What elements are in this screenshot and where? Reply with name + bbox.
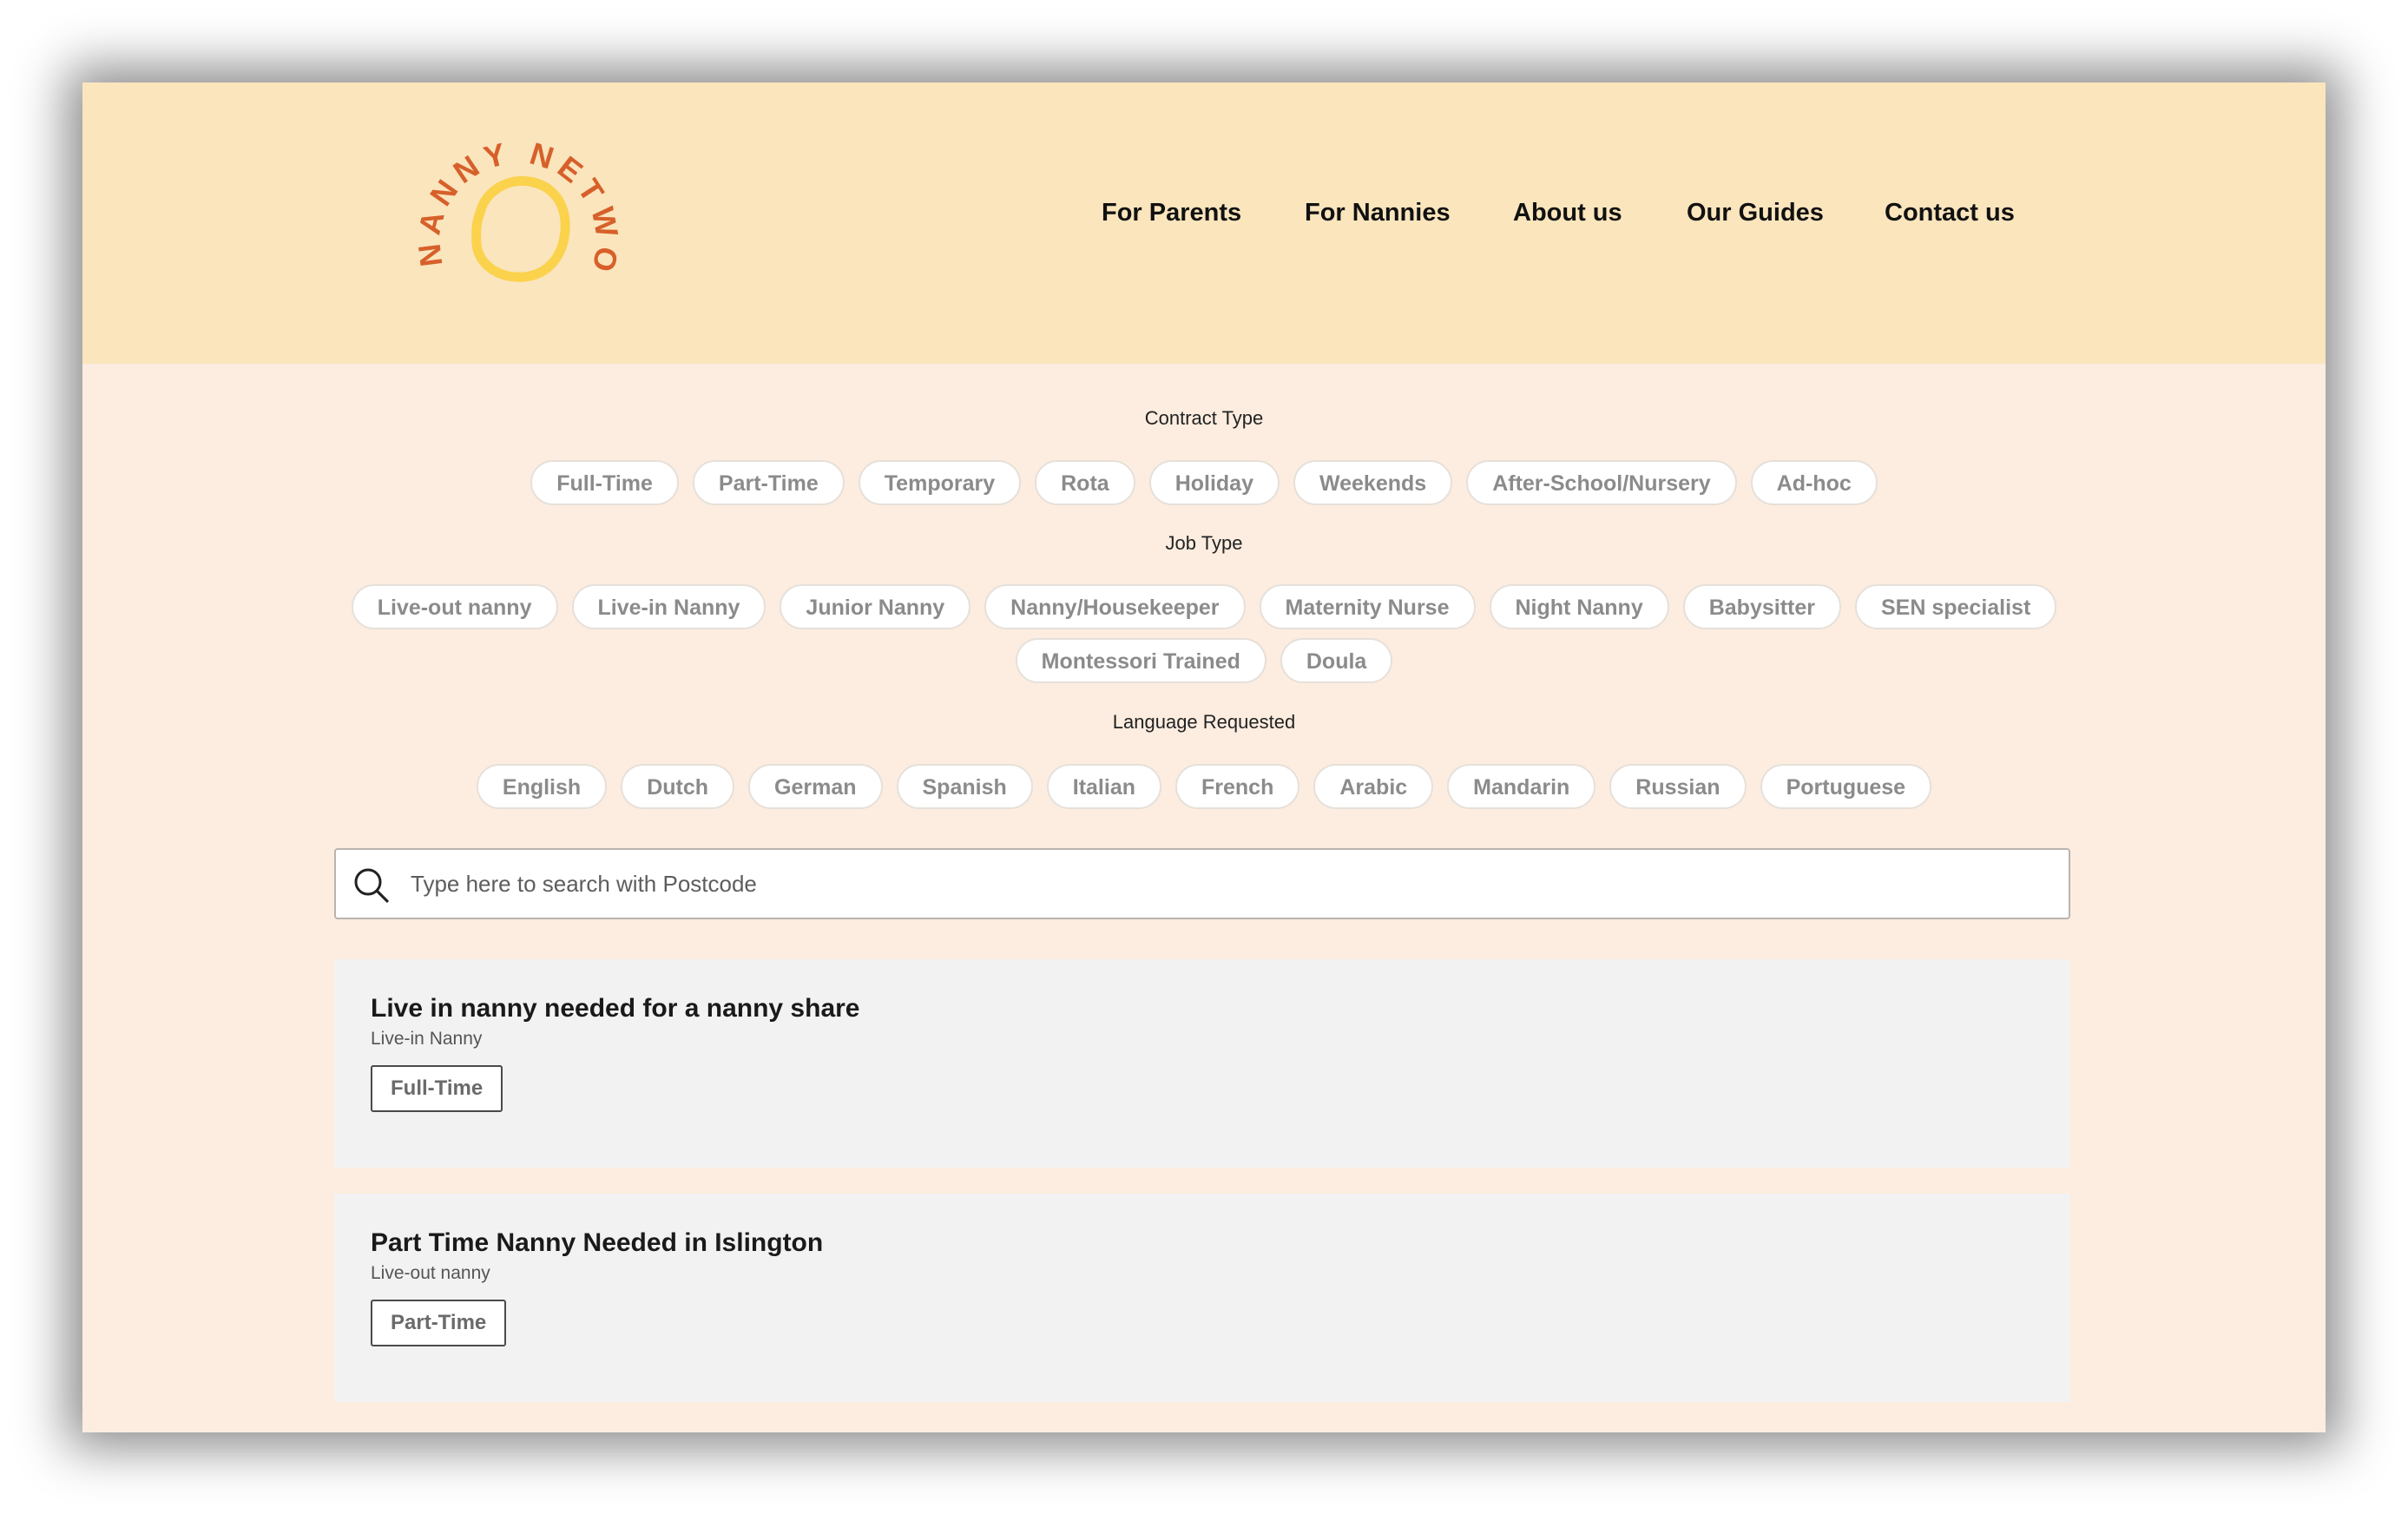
job-type-filters-row-1: Live-out nanny Live-in Nanny Junior Nann…	[343, 584, 2065, 629]
filter-chip-doula[interactable]: Doula	[1280, 638, 1393, 683]
filter-chip-live-in-nanny[interactable]: Live-in Nanny	[571, 584, 766, 629]
postcode-search-input[interactable]	[411, 862, 2043, 905]
filter-chip-temporary[interactable]: Temporary	[858, 460, 1022, 505]
language-heading: Language Requested	[1112, 711, 1296, 733]
filter-chip-portuguese[interactable]: Portuguese	[1760, 764, 1932, 809]
filter-chip-spanish[interactable]: Spanish	[896, 764, 1033, 809]
filter-chip-english[interactable]: English	[476, 764, 608, 809]
filter-chip-german[interactable]: German	[748, 764, 883, 809]
nav-about-us[interactable]: About us	[1513, 187, 1622, 239]
postcode-search-box	[334, 848, 2070, 919]
filter-chip-arabic[interactable]: Arabic	[1313, 764, 1434, 809]
filter-chip-ad-hoc[interactable]: Ad-hoc	[1750, 460, 1878, 505]
filter-chip-nanny-housekeeper[interactable]: Nanny/Housekeeper	[984, 584, 1246, 629]
filter-chip-full-time[interactable]: Full-Time	[530, 460, 679, 505]
job-title[interactable]: Part Time Nanny Needed in Islington	[371, 1228, 823, 1258]
filter-chip-french[interactable]: French	[1175, 764, 1300, 809]
nav-for-parents[interactable]: For Parents	[1102, 187, 1241, 239]
filter-chip-holiday[interactable]: Holiday	[1148, 460, 1280, 505]
job-type-label: Live-out nanny	[371, 1263, 490, 1283]
filter-chip-rota[interactable]: Rota	[1035, 460, 1135, 505]
filter-chip-live-out-nanny[interactable]: Live-out nanny	[351, 584, 558, 629]
contract-type-filters: Full-Time Part-Time Temporary Rota Holid…	[343, 460, 2065, 505]
filter-chip-mandarin[interactable]: Mandarin	[1447, 764, 1596, 809]
search-icon[interactable]	[353, 867, 390, 904]
site-header: NANNY NETWORK For Parents For Nannies Ab…	[82, 82, 2326, 364]
nav-our-guides[interactable]: Our Guides	[1687, 187, 1824, 239]
job-card[interactable]: Live in nanny needed for a nanny share L…	[334, 959, 2070, 1168]
job-type-label: Live-in Nanny	[371, 1029, 483, 1049]
contract-tag: Part-Time	[371, 1300, 507, 1346]
filter-chip-night-nanny[interactable]: Night Nanny	[1489, 584, 1669, 629]
language-filters: English Dutch German Spanish Italian Fre…	[343, 764, 2065, 809]
nav-contact-us[interactable]: Contact us	[1885, 187, 2015, 239]
browser-page: NANNY NETWORK For Parents For Nannies Ab…	[82, 82, 2326, 1432]
filter-chip-italian[interactable]: Italian	[1046, 764, 1161, 809]
contract-type-heading: Contract Type	[1144, 407, 1264, 429]
filter-chip-junior-nanny[interactable]: Junior Nanny	[780, 584, 971, 629]
filter-chip-maternity-nurse[interactable]: Maternity Nurse	[1259, 584, 1476, 629]
filter-chip-part-time[interactable]: Part-Time	[692, 460, 845, 505]
filter-chip-weekends[interactable]: Weekends	[1293, 460, 1453, 505]
filter-chip-babysitter[interactable]: Babysitter	[1682, 584, 1841, 629]
filter-chip-russian[interactable]: Russian	[1609, 764, 1747, 809]
filter-chip-dutch[interactable]: Dutch	[621, 764, 735, 809]
nav-for-nannies[interactable]: For Nannies	[1305, 187, 1451, 239]
contract-tag: Full-Time	[371, 1065, 503, 1112]
job-type-heading: Job Type	[1165, 532, 1243, 554]
job-card[interactable]: Part Time Nanny Needed in Islington Live…	[334, 1194, 2070, 1402]
main-nav: For Parents For Nannies About us Our Gui…	[82, 187, 2326, 239]
job-type-filters-row-2: Montessori Trained Doula	[343, 638, 2065, 683]
job-title[interactable]: Live in nanny needed for a nanny share	[371, 994, 859, 1024]
filter-chip-montessori-trained[interactable]: Montessori Trained	[1015, 638, 1267, 683]
filter-chip-sen-specialist[interactable]: SEN specialist	[1854, 584, 2057, 629]
filter-chip-after-school-nursery[interactable]: After-School/Nursery	[1466, 460, 1737, 505]
